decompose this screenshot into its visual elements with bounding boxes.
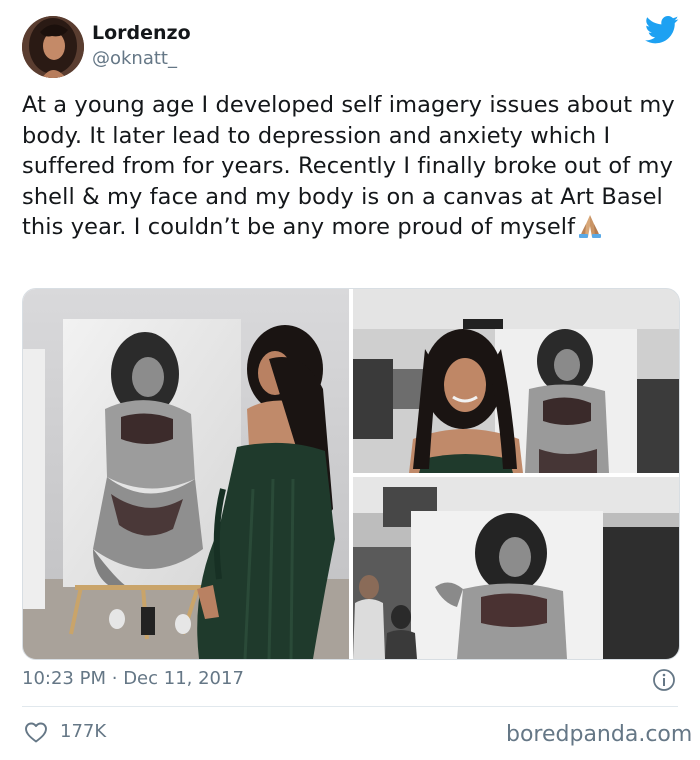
twitter-bird-icon[interactable]	[645, 15, 679, 45]
selfie-photo-image	[353, 289, 679, 473]
avatar[interactable]	[22, 16, 84, 78]
folded-hands-emoji	[579, 215, 602, 238]
tweet-date: Dec 11, 2017	[123, 668, 244, 689]
heart-icon[interactable]	[24, 721, 48, 743]
divider	[22, 706, 678, 707]
like-count[interactable]: 177K	[60, 721, 106, 742]
tweet-time: 10:23 PM	[22, 668, 106, 689]
info-icon[interactable]	[652, 668, 676, 692]
user-handle[interactable]: @oknatt_	[92, 48, 177, 69]
photo-3[interactable]	[353, 477, 679, 659]
photo-1[interactable]	[23, 289, 349, 659]
watermark: boredpanda.com	[506, 722, 693, 747]
tweet-timestamp[interactable]: 10:23 PM · Dec 11, 2017	[22, 668, 244, 689]
gallery-photo-image	[23, 289, 349, 659]
meta-separator: ·	[111, 668, 118, 689]
display-name[interactable]: Lordenzo	[92, 22, 191, 44]
canvas-photo-image	[353, 477, 679, 659]
tweet-card: Lordenzo @oknatt_ At a young age I devel…	[0, 0, 700, 760]
tweet-text: At a young age I developed self imagery …	[22, 90, 684, 243]
avatar-photo	[22, 16, 84, 78]
photo-2[interactable]	[353, 289, 679, 473]
media-grid	[22, 288, 680, 660]
